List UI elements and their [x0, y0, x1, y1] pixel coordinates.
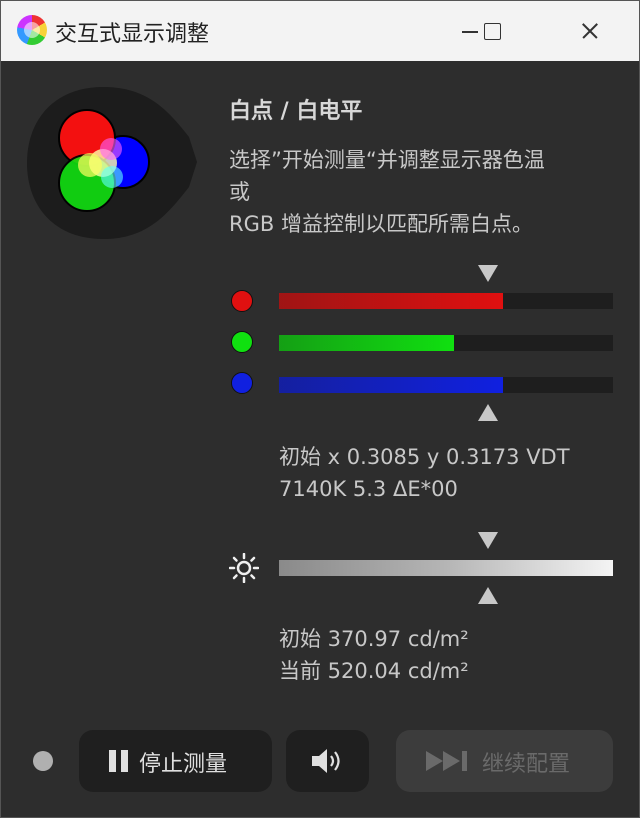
luminance-bar [279, 560, 613, 576]
stop-measurement-button[interactable]: 停止测量 [79, 730, 272, 792]
rgb-circles-logo-icon [27, 87, 197, 239]
description-line: RGB 增益控制以匹配所需白点。 [229, 212, 533, 236]
section-heading: 白点 / 白电平 [229, 99, 363, 124]
app-icon [17, 15, 47, 45]
red-gain-fill [279, 293, 503, 309]
skip-forward-icon [426, 751, 467, 771]
luminance-target-marker-top [477, 532, 498, 549]
white-point-readout-line: 7140K 5.3 ΔE*00 [279, 477, 458, 501]
luminance-current: 当前 520.04 cd/m² [279, 659, 469, 683]
speaker-icon [312, 749, 340, 773]
white-point-readout-line: 初始 x 0.3085 y 0.3173 VDT [279, 445, 570, 469]
app-window: 交互式显示调整 白点 / 白电平 选择”开始测量“并调整显示器色温 或 RGB … [0, 0, 640, 818]
pause-icon [109, 750, 129, 772]
continue-configuration-label: 继续配置 [482, 752, 571, 777]
blue-channel-dot [231, 372, 253, 394]
red-gain-bar [279, 293, 613, 309]
brightness-icon [229, 553, 259, 583]
description-line: 选择”开始测量“并调整显示器色温 [229, 148, 545, 172]
green-gain-bar [279, 335, 613, 351]
luminance-initial: 初始 370.97 cd/m² [279, 627, 469, 651]
blue-gain-bar [279, 377, 613, 393]
section-description: 选择”开始测量“并调整显示器色温 或 RGB 增益控制以匹配所需白点。 [229, 144, 619, 240]
red-channel-dot [231, 290, 253, 312]
title-bar: 交互式显示调整 [1, 1, 639, 61]
description-line: 或 [229, 180, 250, 204]
status-indicator [33, 751, 53, 771]
green-channel-dot [231, 331, 253, 353]
luminance-readout: 初始 370.97 cd/m² 当前 520.04 cd/m² [279, 623, 469, 687]
stop-measurement-label: 停止测量 [139, 752, 228, 777]
continue-configuration-button[interactable]: 继续配置 [396, 730, 613, 792]
white-point-readout: 初始 x 0.3085 y 0.3173 VDT 7140K 5.3 ΔE*00 [279, 441, 570, 505]
sound-toggle-button[interactable] [286, 730, 369, 792]
window-title: 交互式显示调整 [55, 22, 210, 47]
maximize-button[interactable] [470, 11, 516, 51]
white-point-target-marker-bottom [477, 404, 498, 421]
white-point-target-marker-top [477, 265, 498, 282]
close-button[interactable] [566, 11, 612, 51]
blue-gain-fill [279, 377, 503, 393]
green-gain-fill [279, 335, 455, 351]
luminance-target-marker-bottom [477, 587, 498, 604]
